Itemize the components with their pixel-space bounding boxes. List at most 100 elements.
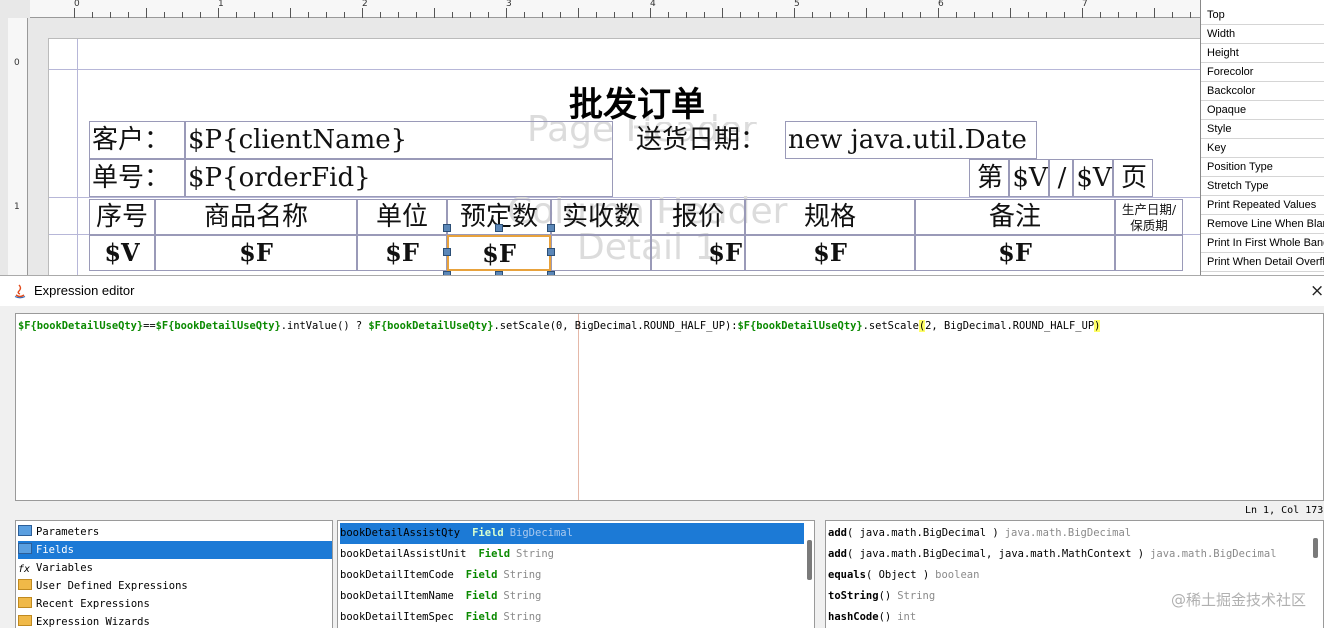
order-no-label[interactable]: 单号： [89,159,185,197]
detail-quoted-price-field[interactable]: $F [651,235,745,271]
property-row[interactable]: Print In First Whole Band [1201,234,1324,253]
column-header-product-name[interactable]: 商品名称 [155,199,357,235]
method-list-scrollbar[interactable] [1313,538,1318,558]
detail-unit-field[interactable]: $F [357,235,447,271]
ruler-tick [290,8,291,18]
ruler-tick [1028,12,1029,18]
dialog-titlebar[interactable]: Expression editor × [0,276,1324,306]
order-no-field[interactable]: $P{orderFid} [185,159,613,197]
property-row[interactable]: Opaque [1201,101,1324,120]
method-list-item[interactable]: equals( Object ) boolean [828,565,979,586]
detail-remarks-field[interactable]: $F [915,235,1115,271]
field-type: String [503,611,542,623]
expr-text-token: .setScale [862,320,919,332]
detail-received-qty-field[interactable] [551,235,651,271]
page-prefix-label[interactable]: 第 [969,159,1009,197]
expression-editor-dialog: Expression editor × $F{bookDetailUseQty}… [0,275,1324,628]
properties-panel[interactable]: Top Width Height Forecolor Backcolor Opaque St… [1200,0,1324,275]
field-type: BigDecimal [509,527,573,539]
field-list-item[interactable]: bookDetailAssistQty Field BigDecimal [340,523,804,544]
report-title[interactable]: 批发订单 [569,77,705,126]
property-row[interactable]: Print When Detail Overflows [1201,253,1324,272]
app-root: 01234567 012 Page Header Column Header D… [0,0,1324,628]
property-row[interactable]: Print Repeated Values [1201,196,1324,215]
column-header-production-date[interactable]: 生产日期/保质期 [1115,199,1183,235]
property-row[interactable]: Height [1201,44,1324,63]
field-list-item[interactable]: bookDetailItemName Field String [340,586,804,607]
method-list-item[interactable]: hashCode() int [828,607,916,628]
property-row[interactable]: Forecolor [1201,63,1324,82]
field-list-item[interactable]: bookDetailAssistUnit Field String [340,544,804,565]
ruler-tick [1136,12,1137,18]
ruler-tick [344,12,345,18]
property-row[interactable]: Backcolor [1201,82,1324,101]
method-list-item[interactable]: add( java.math.BigDecimal ) java.math.Big… [828,523,1131,544]
column-header-received-qty[interactable]: 实收数 [551,199,651,235]
method-list-item[interactable]: add( java.math.BigDecimal, java.math.Mat… [828,544,1277,565]
property-row[interactable]: Top [1201,6,1324,25]
resize-handle[interactable] [547,248,555,256]
tree-item-recent-expressions[interactable]: Recent Expressions [18,595,332,613]
resize-handle[interactable] [495,224,503,232]
column-header-unit[interactable]: 单位 [357,199,447,235]
detail-production-date-field[interactable] [1115,235,1183,271]
method-list-item[interactable]: toString() String [828,586,935,607]
tree-item-variables[interactable]: fx Variables [18,559,332,577]
expr-text-token: .intValue() ? [280,320,369,332]
resize-handle[interactable] [443,224,451,232]
property-row[interactable]: Width [1201,25,1324,44]
tree-item-user-defined-expressions[interactable]: User Defined Expressions [18,577,332,595]
field-list[interactable]: bookDetailAssistQty Field BigDecimal bookDe… [337,520,815,628]
tree-item-fields[interactable]: Fields [18,541,332,559]
page-suffix-label[interactable]: 页 [1113,159,1153,197]
column-header-remarks[interactable]: 备注 [915,199,1115,235]
ruler-tick [308,12,309,18]
category-tree[interactable]: Parameters Fields fx Variables User Defined … [15,520,333,628]
ruler-tick [1190,12,1191,18]
report-designer-canvas[interactable]: 01234567 012 Page Header Column Header D… [0,0,1200,275]
report-page[interactable]: Page Header Column Header Detail 1 批发订单 … [48,38,1200,275]
close-icon[interactable]: × [1310,281,1324,301]
field-kind: Field [465,590,498,602]
detail-product-name-field[interactable]: $F [155,235,357,271]
ruler-tick [722,8,723,18]
page-separator-label[interactable]: / [1049,159,1073,197]
field-list-item[interactable]: bookDetailItemCode Field String [340,565,804,586]
resize-handle[interactable] [443,248,451,256]
detail-spec-field[interactable]: $F [745,235,915,271]
property-row[interactable]: Stretch Type [1201,177,1324,196]
column-header-quoted-price[interactable]: 报价 [651,199,745,235]
property-row[interactable]: Style [1201,120,1324,139]
property-row[interactable]: Key [1201,139,1324,158]
method-name: add [828,527,847,539]
page-total-field[interactable]: $V [1073,159,1113,197]
resize-handle[interactable] [547,224,555,232]
tree-item-label: Parameters [36,526,100,538]
detail-seq-field[interactable]: $V [89,235,155,271]
ruler-tick [830,12,831,18]
delivery-date-label[interactable]: 送货日期： [633,121,785,159]
horizontal-ruler: 01234567 [30,0,1200,18]
field-list-item[interactable]: bookDetailItemSpec Field String [340,607,804,628]
dialog-title: Expression editor [34,283,135,298]
tree-item-parameters[interactable]: Parameters [18,523,332,541]
ruler-tick [362,8,363,18]
field-name: bookDetailItemSpec [340,611,454,623]
client-label[interactable]: 客户： [89,121,185,159]
detail-ordered-qty-field[interactable]: $F [447,235,551,271]
page-number-field[interactable]: $V [1009,159,1049,197]
client-name-field[interactable]: $P{clientName} [185,121,613,159]
expression-text-area[interactable]: $F{bookDetailUseQty}==$F{bookDetailUseQt… [15,313,1324,501]
field-list-scrollbar[interactable] [807,540,812,580]
ruler-tick [488,12,489,18]
column-header-spec[interactable]: 规格 [745,199,915,235]
tree-item-expression-wizards[interactable]: Expression Wizards [18,613,332,628]
expr-field-token: $F{bookDetailUseQty} [18,320,144,332]
delivery-date-field[interactable]: new java.util.Date [785,121,1037,159]
ruler-tick [668,12,669,18]
method-list[interactable]: add( java.math.BigDecimal ) java.math.Big… [825,520,1324,628]
property-row[interactable]: Remove Line When Blank [1201,215,1324,234]
property-row[interactable]: Position Type [1201,158,1324,177]
column-header-seq[interactable]: 序号 [89,199,155,235]
tree-item-label: User Defined Expressions [36,580,188,592]
